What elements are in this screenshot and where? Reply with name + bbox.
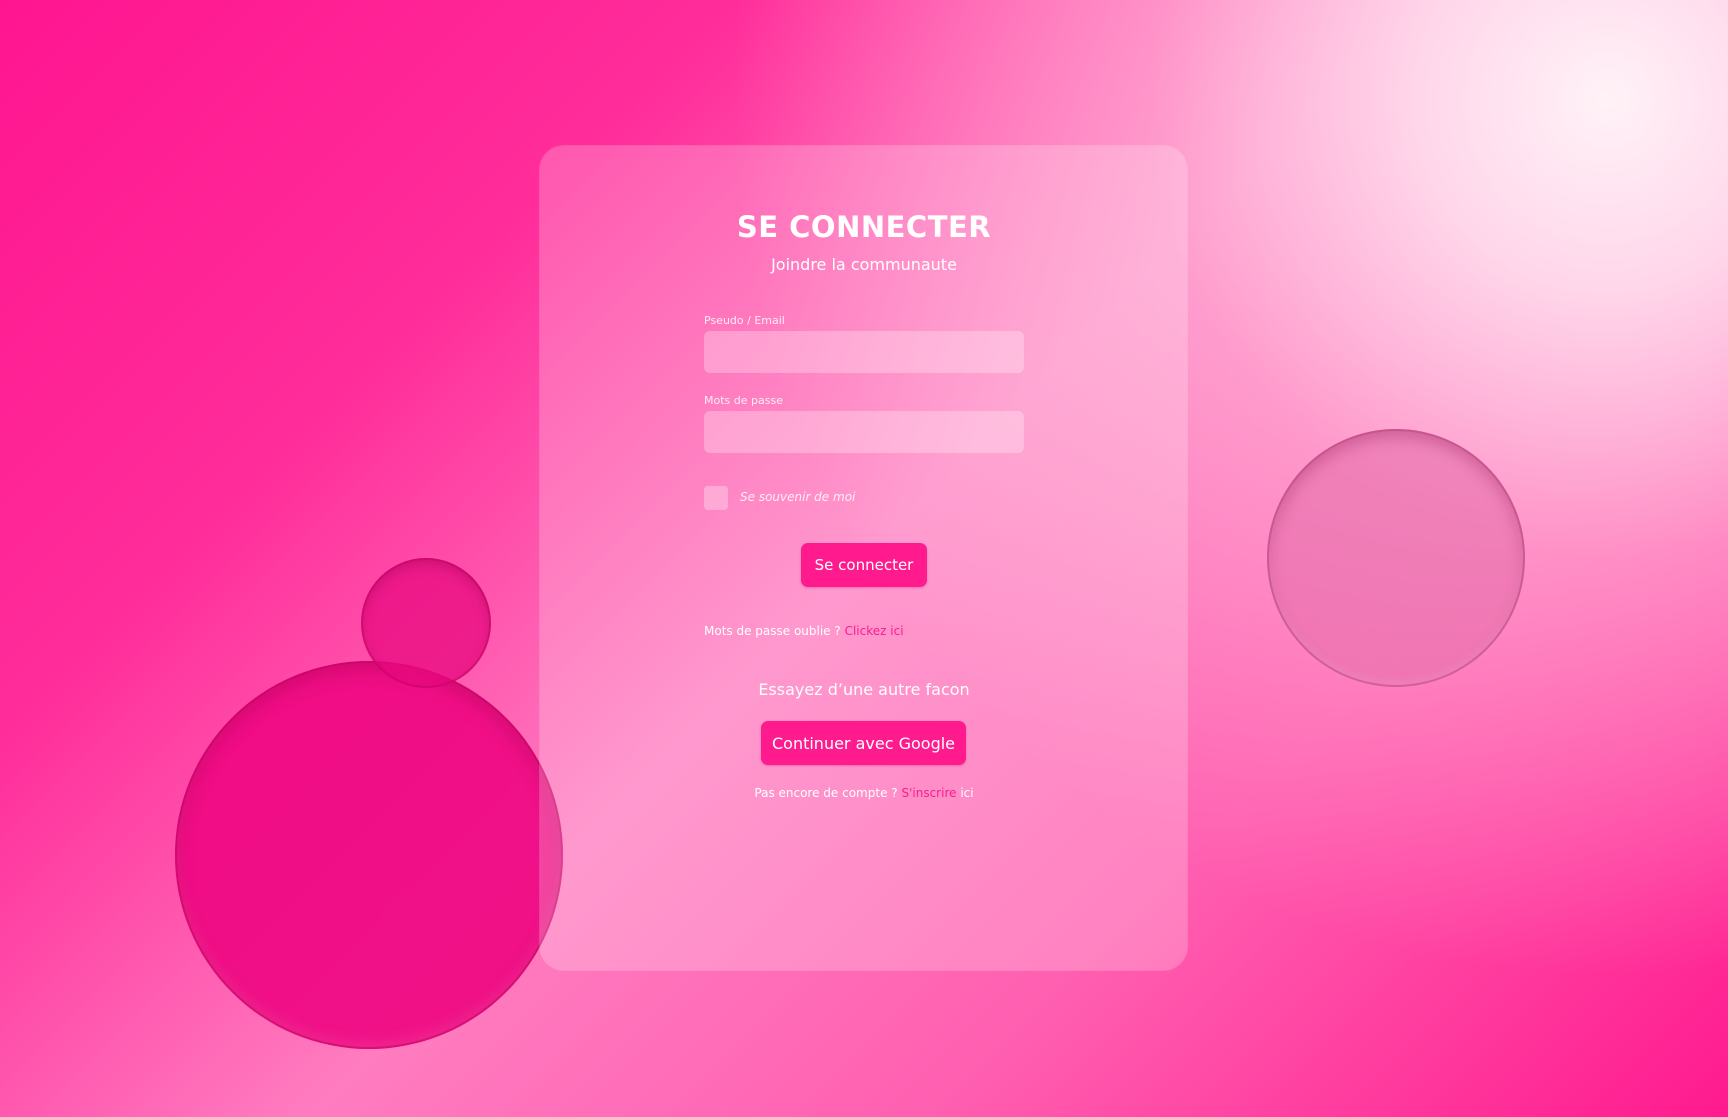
forgot-password-link[interactable]: Clickez ici	[845, 624, 904, 638]
login-button[interactable]: Se connecter	[801, 543, 927, 587]
password-label: Mots de passe	[704, 394, 783, 407]
signup-text: Pas encore de compte ?	[754, 786, 898, 800]
decorative-bubble-right	[1267, 429, 1525, 687]
username-input[interactable]	[704, 331, 1024, 373]
signup-row: Pas encore de compte ? S'inscrire ici	[0, 786, 1728, 800]
username-label: Pseudo / Email	[704, 314, 785, 327]
decorative-bubble-small	[361, 558, 491, 688]
page-title: SE CONNECTER	[736, 210, 992, 244]
remember-me-label: Se souvenir de moi	[740, 490, 856, 504]
decorative-bubble-large	[175, 661, 563, 1049]
forgot-password-text: Mots de passe oublie ?	[704, 624, 841, 638]
remember-me-checkbox[interactable]	[704, 486, 728, 510]
signup-suffix: ici	[960, 786, 974, 800]
google-login-button[interactable]: Continuer avec Google	[761, 721, 966, 765]
page-subtitle: Joindre la communaute	[771, 255, 957, 274]
password-input[interactable]	[704, 411, 1024, 453]
alternative-login-heading: Essayez d’une autre facon	[758, 680, 970, 699]
forgot-password-row: Mots de passe oublie ? Clickez ici	[704, 624, 904, 638]
signup-link[interactable]: S'inscrire	[901, 786, 956, 800]
